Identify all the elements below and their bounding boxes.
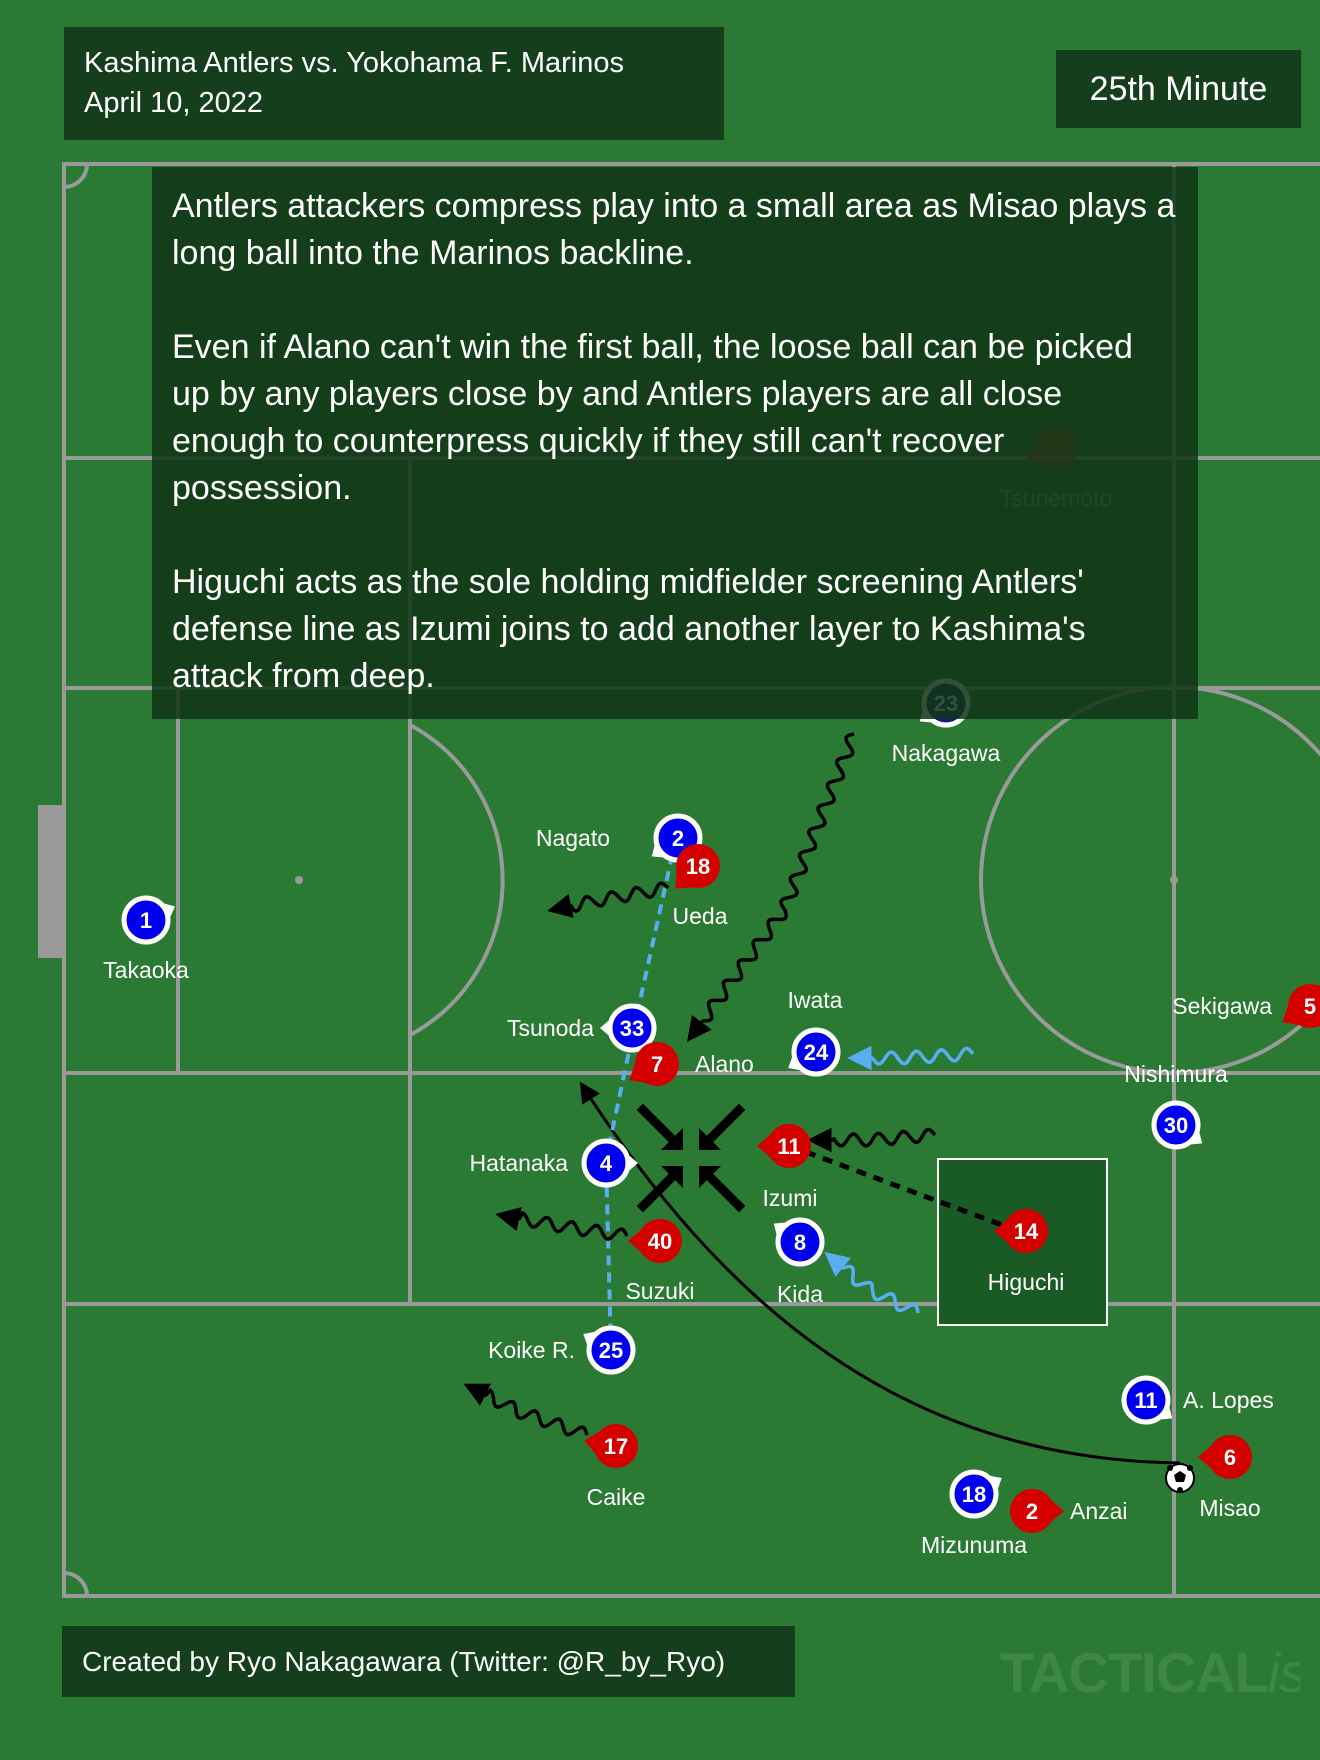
player-number: 11 (777, 1134, 800, 1159)
player-name: Nagato (536, 825, 610, 851)
player-name: Caike (587, 1484, 646, 1510)
player-number: 25 (599, 1338, 623, 1363)
antlers-player: 6 Misao (1198, 1435, 1261, 1521)
marinos-player: 33 Tsunoda (507, 1003, 657, 1053)
compress-icon (636, 1103, 746, 1213)
corner-arc-top (63, 163, 89, 189)
goal (38, 805, 64, 958)
antlers-player: 17 Caike (584, 1424, 646, 1510)
player-number: 24 (804, 1040, 829, 1065)
note-paragraph: Higuchi acts as the sole holding midfiel… (172, 563, 1086, 695)
player-name: Anzai (1070, 1498, 1128, 1524)
player-name: Nakagawa (892, 740, 1001, 766)
credit: Created by Ryo Nakagawara (Twitter: @R_b… (62, 1626, 795, 1697)
marinos-player: 24 Iwata (788, 987, 843, 1077)
penalty-arc (409, 723, 505, 1037)
player-name: Misao (1199, 1495, 1260, 1521)
player-name: Sekigawa (1172, 993, 1272, 1019)
player-number: 40 (648, 1229, 672, 1254)
minute-badge: 25th Minute (1056, 50, 1301, 128)
penalty-spot (295, 876, 303, 884)
player-name: Tsunoda (507, 1015, 594, 1041)
antlers-player: 2 Anzai (1010, 1489, 1128, 1533)
note-paragraph: Even if Alano can't win the first ball, … (172, 328, 1133, 507)
player-name: Suzuki (625, 1278, 694, 1304)
marinos-player: 25 Koike R. (488, 1325, 636, 1375)
note-paragraph: Antlers attackers compress play into a s… (172, 187, 1176, 272)
marinos-player: 30 Nishimura (1124, 1061, 1228, 1150)
player-name: Higuchi (988, 1269, 1065, 1295)
player-name: Mizunuma (921, 1532, 1027, 1558)
antlers-player: 7 Alano (629, 1042, 754, 1086)
player-name: Alano (695, 1051, 754, 1077)
watermark-logo: TACTICALista (1000, 1641, 1300, 1704)
player-number: 5 (1304, 994, 1316, 1019)
marinos-player: 4 Hatanaka (470, 1138, 638, 1188)
run-arrow (547, 881, 670, 918)
match-info: Kashima Antlers vs. Yokohama F. Marinos … (64, 27, 724, 140)
player-name: Hatanaka (470, 1150, 569, 1176)
player-number: 18 (686, 854, 710, 879)
marinos-player: 2 Nagato (536, 813, 703, 863)
player-number: 7 (651, 1052, 663, 1077)
antlers-player: 11 Izumi (757, 1124, 817, 1211)
player-number: 18 (962, 1482, 986, 1507)
player-name: A. Lopes (1183, 1387, 1274, 1413)
player-name: Kida (777, 1281, 823, 1307)
six-yard-box (62, 686, 180, 1075)
player-number: 33 (620, 1016, 644, 1041)
tactics-board: 1 Takaoka 2 Nagato 33 Tsunoda 4 Hatanaka 25 Koike… (0, 0, 1320, 1760)
player-name: Koike R. (488, 1337, 575, 1363)
marinos-player: 8 Kida (773, 1217, 825, 1307)
player-number: 11 (1134, 1388, 1157, 1413)
player-number: 8 (794, 1230, 806, 1255)
player-name: Nishimura (1124, 1061, 1228, 1087)
player-name: Izumi (763, 1185, 818, 1211)
player-number: 14 (1014, 1219, 1039, 1244)
player-number: 17 (604, 1434, 628, 1459)
corner-arc-bottom (63, 1571, 89, 1597)
player-number: 6 (1224, 1445, 1236, 1470)
player-number: 2 (1026, 1499, 1038, 1524)
antlers-player: 5 Sekigawa (1172, 984, 1320, 1028)
player-name: Takaoka (103, 957, 189, 983)
analysis-notes: Antlers attackers compress play into a s… (152, 167, 1198, 719)
match-date: April 10, 2022 (84, 87, 263, 119)
centre-spot (1170, 876, 1178, 884)
run-arrow (847, 1045, 975, 1071)
ball-icon (1165, 1463, 1195, 1493)
player-number: 2 (672, 826, 684, 851)
player-number: 1 (140, 908, 152, 933)
antlers-player: 40 Suzuki (625, 1219, 695, 1304)
match-title: Kashima Antlers vs. Yokohama F. Marinos (84, 47, 624, 79)
run-arrow (463, 1383, 589, 1437)
player-name: Iwata (788, 987, 843, 1013)
marinos-shape-line (603, 837, 678, 1351)
player-number: 30 (1164, 1113, 1188, 1138)
player-name: Ueda (673, 903, 728, 929)
player-number: 4 (600, 1151, 613, 1176)
run-arrow (807, 1127, 937, 1153)
marinos-player: 11 A. Lopes (1121, 1375, 1274, 1425)
